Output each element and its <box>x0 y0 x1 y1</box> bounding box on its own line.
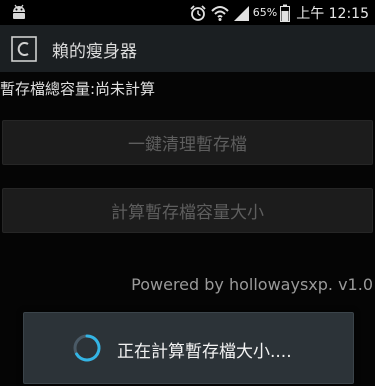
battery-percent: 65% <box>252 6 278 19</box>
status-time: 上午 12:15 <box>296 5 369 22</box>
app-logo-icon[interactable] <box>11 36 37 62</box>
signal-icon <box>233 5 249 21</box>
app-title: 賴的瘦身器 <box>52 42 137 62</box>
battery-icon <box>280 4 291 22</box>
calculate-cache-size-button[interactable]: 計算暫存檔容量大小 <box>2 188 373 233</box>
status-icons: 65% 上午 12:15 <box>189 0 369 25</box>
clean-cache-button[interactable]: 一鍵清理暫存檔 <box>2 120 373 165</box>
progress-message: 正在計算暫存檔大小.... <box>117 342 292 362</box>
screen: 65% 上午 12:15 賴的瘦身器 暫存檔總容量:尚未計算 一鍵清理暫存檔 計… <box>0 0 375 386</box>
android-icon <box>10 3 28 21</box>
spinner-icon <box>72 333 102 363</box>
status-bar: 65% 上午 12:15 <box>0 0 375 25</box>
cache-size-status: 暫存檔總容量:尚未計算 <box>0 80 156 98</box>
powered-by-text: Powered by hollowaysxp. v1.0 <box>131 275 373 294</box>
progress-dialog: 正在計算暫存檔大小.... <box>23 312 354 384</box>
action-bar: 賴的瘦身器 <box>0 25 375 72</box>
alarm-icon <box>189 4 207 22</box>
wifi-icon <box>210 4 230 22</box>
